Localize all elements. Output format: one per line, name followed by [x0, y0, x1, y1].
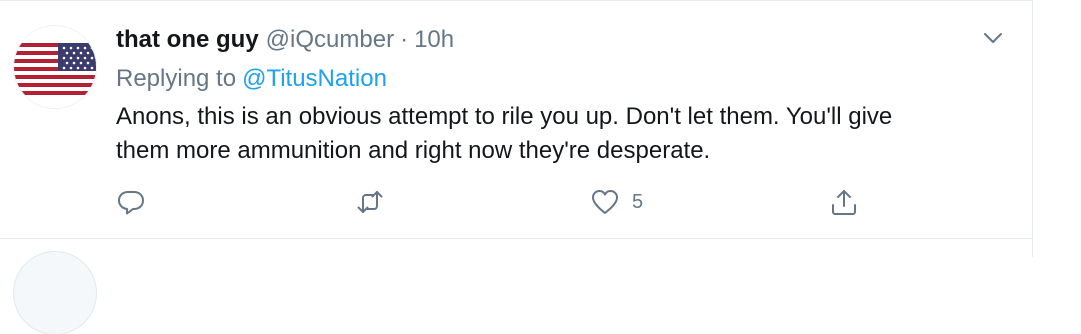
user-handle[interactable]: @iQcumber [266, 26, 394, 54]
replying-to-label: Replying to [116, 65, 237, 92]
timestamp[interactable]: 10h [414, 26, 454, 54]
share-icon [832, 190, 856, 215]
replying-to-link[interactable]: @TitusNation [242, 65, 387, 92]
separator-dot: · [400, 26, 409, 53]
reply-button[interactable] [116, 185, 146, 219]
tweet-header: that one guy @iQcumber · 10h [116, 26, 454, 56]
top-divider [0, 0, 1033, 5]
bottom-divider [0, 238, 1033, 239]
display-name[interactable]: that one guy [116, 26, 259, 54]
tweet-text: Anons, this is an obvious attempt to ril… [116, 103, 893, 164]
chevron-down-icon [984, 33, 1002, 43]
replying-to-line: Replying to @TitusNation [116, 65, 387, 93]
retweet-icon [357, 191, 383, 213]
like-button[interactable]: 5 [590, 185, 643, 219]
share-button[interactable] [829, 185, 859, 219]
like-count: 5 [632, 190, 644, 213]
retweet-button[interactable] [355, 185, 385, 219]
avatar[interactable] [14, 26, 96, 108]
more-options-button[interactable] [980, 27, 1006, 49]
next-tweet-avatar[interactable] [14, 252, 96, 334]
tweet-card[interactable]: that one guy @iQcumber · 10h Replying to… [0, 0, 1033, 334]
heart-icon [592, 190, 618, 214]
reply-icon [118, 191, 144, 215]
us-flag-icon [14, 26, 96, 108]
